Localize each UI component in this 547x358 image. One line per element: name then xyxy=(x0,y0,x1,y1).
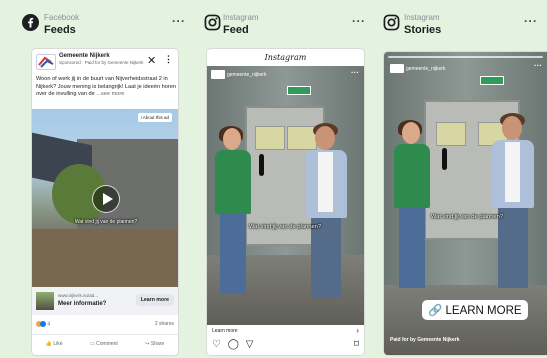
learn-more-button[interactable]: 🔗 LEARN MORE xyxy=(422,300,528,320)
like-comment-share-icons[interactable]: ♡ ◯ ▽ xyxy=(212,339,255,350)
action-bar: 👍 Like ▭ Comment ↪ Share xyxy=(32,334,178,352)
more-options-button[interactable]: ··· xyxy=(352,14,366,28)
door-window xyxy=(255,126,285,150)
more-icon[interactable]: ··· xyxy=(534,61,542,70)
close-icon[interactable]: ✕ xyxy=(147,54,156,67)
exit-sign xyxy=(287,86,311,95)
door-window xyxy=(436,122,466,146)
thumbs-up-icon: 👍 xyxy=(45,340,52,347)
link-thumbnail xyxy=(36,292,54,310)
placement-name: Feeds xyxy=(44,24,76,36)
facebook-feeds-column: Facebook Feeds ··· Gemeente Nijkerk Spon… xyxy=(0,0,196,358)
platform-name: Facebook xyxy=(44,13,80,22)
play-icon[interactable] xyxy=(92,185,120,213)
video-caption: Wat vind jij van de plannen? xyxy=(248,224,322,230)
see-more-link[interactable]: ...see more xyxy=(96,91,124,97)
like-reaction-icon xyxy=(40,321,46,327)
ground xyxy=(32,229,178,287)
ig-feed-footer: Learn more › ♡ ◯ ▽ ⌑ xyxy=(207,325,364,355)
sponsored-label: Sponsored · Paid for by Gemeente Nijkerk xyxy=(59,60,144,65)
video-caption: Wat vind jij van de plannen? xyxy=(74,219,138,225)
instagram-icon xyxy=(204,14,221,31)
bookmark-icon[interactable]: ⌑ xyxy=(354,339,359,350)
comment-icon: ▭ xyxy=(90,340,95,347)
share-icon: ↪ xyxy=(145,340,150,347)
chevron-right-icon[interactable]: › xyxy=(356,326,359,335)
facebook-icon xyxy=(22,14,39,31)
account-logo xyxy=(211,70,225,79)
more-options-button[interactable]: ··· xyxy=(524,14,538,28)
reactions-count: 4 xyxy=(47,321,51,328)
link-headline: Meer informatie? xyxy=(58,301,107,307)
story-progress-bar xyxy=(388,56,543,58)
instagram-feed-preview: Instagram gemeente_nijkerk ··· Wat vind … xyxy=(207,49,364,355)
microphone xyxy=(259,154,264,176)
link-domain: www.nijkerk.nu/ad... xyxy=(58,293,99,298)
account-name: gemeente_nijkerk xyxy=(227,71,267,78)
more-icon[interactable]: ··· xyxy=(351,68,359,77)
share-label: Share xyxy=(150,340,165,347)
instagram-stories-column-header: Instagram Stories ··· xyxy=(374,0,547,44)
exit-sign xyxy=(480,76,504,85)
microphone xyxy=(442,148,447,170)
platform-name: Instagram xyxy=(223,13,259,22)
share-button[interactable]: ↪ Share xyxy=(145,341,164,347)
placement-name: Stories xyxy=(404,24,442,36)
ig-account[interactable]: gemeente_nijkerk xyxy=(211,70,266,79)
placement-name: Feed xyxy=(223,24,249,36)
account-logo xyxy=(390,64,404,73)
instagram-wordmark: Instagram xyxy=(264,53,307,62)
comment-button[interactable]: ▭ Comment xyxy=(90,341,118,347)
paid-for-label: Paid for by Gemeente Nijkerk xyxy=(390,337,460,343)
shares-count[interactable]: 2 shares xyxy=(155,321,174,327)
page-name[interactable]: Gemeente Nijkerk xyxy=(59,53,110,59)
ig-feed-video[interactable]: gemeente_nijkerk ··· Wat vind jij van de… xyxy=(207,66,364,325)
ig-account[interactable]: gemeente_nijkerk xyxy=(390,64,445,73)
facebook-column-header: Facebook Feeds ··· xyxy=(0,0,196,44)
more-icon[interactable]: ⋮ xyxy=(164,54,173,65)
account-name: gemeente_nijkerk xyxy=(406,65,446,72)
ig-story-video[interactable]: gemeente_nijkerk ··· Wat vind jij van de… xyxy=(384,52,547,355)
comment-label: Comment xyxy=(96,340,118,347)
about-this-ad-button[interactable]: i About this ad xyxy=(137,113,172,122)
video-caption: Wat vind jij van de plannen? xyxy=(430,214,504,220)
like-label: Like xyxy=(53,340,63,347)
ad-video[interactable]: i About this ad Wat vind jij van de plan… xyxy=(32,109,178,287)
learn-more-button[interactable]: Learn more xyxy=(135,294,174,306)
platform-name: Instagram xyxy=(404,13,440,22)
learn-more-link[interactable]: Learn more xyxy=(212,328,238,334)
like-button[interactable]: 👍 Like xyxy=(46,341,63,347)
instagram-icon xyxy=(383,14,400,31)
call-to-action-bar: www.nijkerk.nu/ad... Meer informatie? Le… xyxy=(32,287,178,315)
instagram-story-preview: gemeente_nijkerk ··· Wat vind jij van de… xyxy=(384,52,547,355)
floor xyxy=(384,285,547,355)
facebook-ad-preview: Gemeente Nijkerk Sponsored · Paid for by… xyxy=(32,49,178,355)
ad-primary-text: Woon of werk jij in de buurt van Nijverh… xyxy=(36,76,176,99)
instagram-feed-column-header: Instagram Feed ··· xyxy=(196,0,374,44)
more-options-button[interactable]: ··· xyxy=(172,14,186,28)
ad-header: Gemeente Nijkerk Sponsored · Paid for by… xyxy=(32,49,178,109)
page-logo xyxy=(36,54,56,70)
